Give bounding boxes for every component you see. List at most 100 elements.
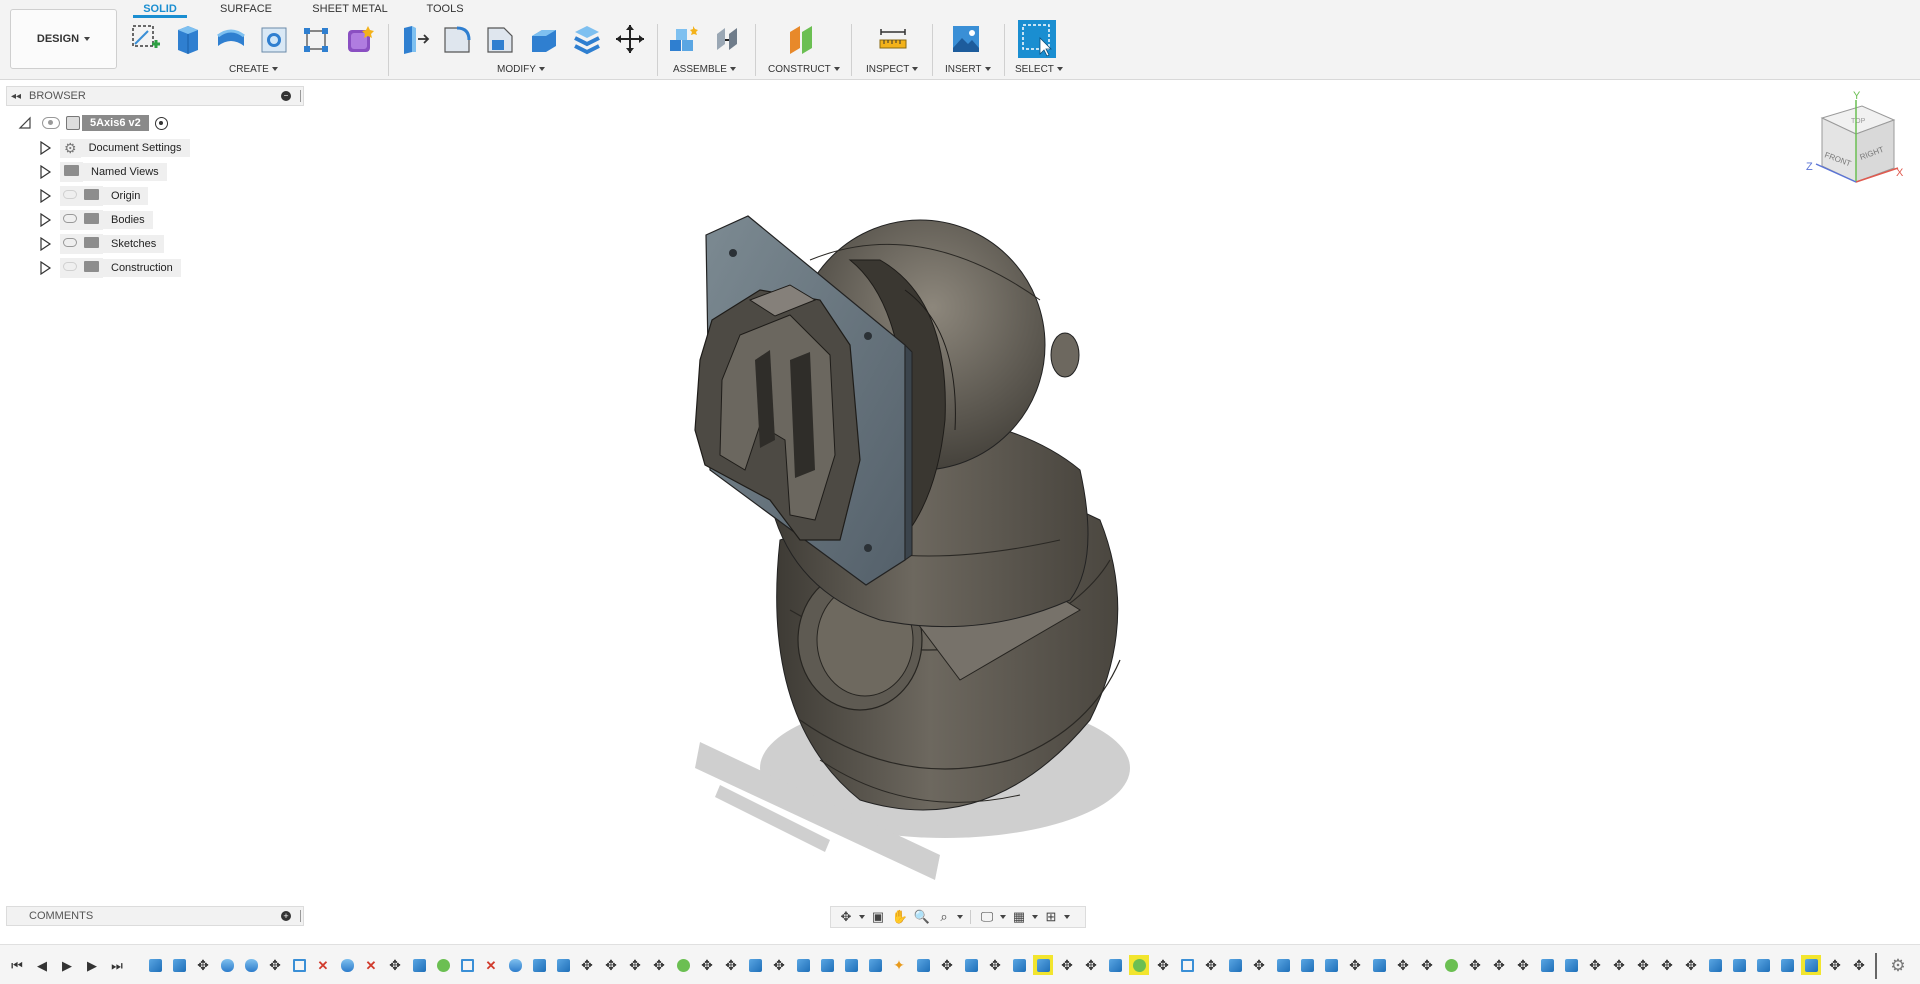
timeline-feature[interactable]: [337, 955, 357, 975]
timeline-marker[interactable]: [1875, 953, 1877, 979]
timeline-feature[interactable]: ✥: [1081, 955, 1101, 975]
look-at-icon[interactable]: ▣: [869, 909, 887, 925]
browser-root-item[interactable]: 5Axis6 v2: [18, 113, 168, 133]
3d-viewport[interactable]: FRONT RIGHT TOP Y X Z: [0, 80, 1920, 910]
timeline-feature[interactable]: [457, 955, 477, 975]
shell-button[interactable]: [528, 22, 560, 56]
timeline-feature[interactable]: ✥: [769, 955, 789, 975]
modify-menu[interactable]: MODIFY: [497, 63, 545, 75]
timeline-feature[interactable]: ✥: [577, 955, 597, 975]
expand-triangle-icon[interactable]: [38, 213, 52, 227]
timeline-feature[interactable]: [865, 955, 885, 975]
play-icon[interactable]: ▶: [58, 957, 76, 975]
timeline-feature[interactable]: ✥: [1825, 955, 1845, 975]
new-component-button[interactable]: [667, 22, 699, 56]
timeline-feature[interactable]: ✥: [985, 955, 1005, 975]
timeline-track[interactable]: ✥ ✥ ✕ ✕ ✥ ✕ ✥ ✥ ✥ ✥ ✥ ✥ ✥ ✦ ✥ ✥ ✥ ✥ ✥ ✥ ✥ ✥ ✥ ✥ ✥ ✥ ✥ ✥ ✥ ✥ ✥ ✥ ✥ ✥: [145, 953, 1885, 979]
timeline-feature[interactable]: [913, 955, 933, 975]
orbit-icon[interactable]: ✥: [837, 909, 855, 925]
revolve-button[interactable]: [215, 22, 247, 56]
timeline-feature[interactable]: ✥: [697, 955, 717, 975]
timeline-feature[interactable]: [1537, 955, 1557, 975]
hole-button[interactable]: [258, 22, 290, 56]
timeline-feature[interactable]: ✥: [1633, 955, 1653, 975]
browser-item-construction[interactable]: Construction: [38, 258, 181, 278]
fillet-button[interactable]: [441, 22, 473, 56]
timeline-feature[interactable]: ✥: [1345, 955, 1365, 975]
timeline-feature[interactable]: [1441, 955, 1461, 975]
timeline-feature[interactable]: ✥: [625, 955, 645, 975]
timeline-feature[interactable]: [433, 955, 453, 975]
timeline-feature[interactable]: ✥: [1153, 955, 1173, 975]
timeline-feature[interactable]: ✥: [721, 955, 741, 975]
timeline-feature[interactable]: [1321, 955, 1341, 975]
timeline-feature[interactable]: [817, 955, 837, 975]
timeline-feature[interactable]: ✥: [1513, 955, 1533, 975]
browser-item-bodies[interactable]: Bodies: [38, 210, 153, 230]
timeline-feature[interactable]: ✥: [1393, 955, 1413, 975]
go-to-start-icon[interactable]: ⏮: [8, 957, 26, 975]
expand-triangle-icon[interactable]: [38, 261, 52, 275]
tab-tools[interactable]: TOOLS: [420, 0, 470, 18]
timeline-feature[interactable]: ✥: [193, 955, 213, 975]
browser-pin-icon[interactable]: −: [281, 91, 291, 101]
panel-resize-handle[interactable]: [300, 90, 301, 102]
split-body-button[interactable]: [571, 22, 603, 56]
timeline-feature[interactable]: [961, 955, 981, 975]
timeline-feature[interactable]: [1297, 955, 1317, 975]
pattern-button[interactable]: [300, 22, 332, 56]
timeline-feature[interactable]: [1369, 955, 1389, 975]
timeline-feature[interactable]: [529, 955, 549, 975]
timeline-feature[interactable]: [505, 955, 525, 975]
timeline-feature[interactable]: [1561, 955, 1581, 975]
timeline-feature[interactable]: ✥: [1657, 955, 1677, 975]
timeline-feature[interactable]: ✥: [1057, 955, 1077, 975]
timeline-feature[interactable]: [1129, 955, 1149, 975]
timeline-feature[interactable]: [1033, 955, 1053, 975]
tab-solid[interactable]: SOLID: [133, 0, 187, 18]
activate-radio-icon[interactable]: [154, 116, 168, 130]
chevron-down-icon[interactable]: [859, 915, 865, 919]
timeline-feature[interactable]: [793, 955, 813, 975]
timeline-feature[interactable]: ✕: [361, 955, 381, 975]
timeline-feature[interactable]: ✥: [1249, 955, 1269, 975]
measure-button[interactable]: [877, 22, 909, 56]
timeline-feature[interactable]: [289, 955, 309, 975]
timeline-feature[interactable]: ✥: [1417, 955, 1437, 975]
create-menu[interactable]: CREATE: [229, 63, 278, 75]
pan-hand-icon[interactable]: ✋: [891, 909, 909, 925]
visibility-off-icon[interactable]: [60, 186, 80, 206]
timeline-feature[interactable]: [841, 955, 861, 975]
browser-item-named-views[interactable]: Named Views: [38, 162, 167, 182]
comments-panel-header[interactable]: COMMENTS +: [6, 906, 304, 926]
visibility-eye-icon[interactable]: [42, 117, 60, 129]
timeline-feature[interactable]: [1801, 955, 1821, 975]
timeline-feature[interactable]: ✦: [889, 955, 909, 975]
chevron-down-icon[interactable]: [1032, 915, 1038, 919]
add-comment-icon[interactable]: +: [281, 911, 291, 921]
timeline-feature[interactable]: [1177, 955, 1197, 975]
step-back-icon[interactable]: ◀: [33, 957, 51, 975]
timeline-feature[interactable]: [241, 955, 261, 975]
timeline-feature[interactable]: ✥: [601, 955, 621, 975]
offset-plane-button[interactable]: [786, 22, 818, 56]
timeline-feature[interactable]: [1705, 955, 1725, 975]
press-pull-button[interactable]: [398, 22, 430, 56]
timeline-feature[interactable]: [217, 955, 237, 975]
timeline-feature[interactable]: ✥: [1585, 955, 1605, 975]
timeline-feature[interactable]: ✕: [481, 955, 501, 975]
viewcube[interactable]: FRONT RIGHT TOP Y X Z: [1806, 90, 1904, 183]
construct-menu[interactable]: CONSTRUCT: [768, 63, 840, 75]
browser-item-origin[interactable]: Origin: [38, 186, 149, 206]
browser-item-sketches[interactable]: Sketches: [38, 234, 165, 254]
chevron-down-icon[interactable]: [957, 915, 963, 919]
workspace-switcher-button[interactable]: DESIGN: [10, 9, 117, 69]
collapse-triangle-icon[interactable]: [18, 116, 32, 130]
timeline-feature[interactable]: [1105, 955, 1125, 975]
timeline-feature[interactable]: [169, 955, 189, 975]
timeline-feature[interactable]: [553, 955, 573, 975]
timeline-settings-gear-icon[interactable]: ⚙: [1888, 956, 1908, 976]
panel-resize-handle[interactable]: [300, 910, 301, 922]
create-form-button[interactable]: [344, 22, 376, 56]
collapse-browser-icon[interactable]: ◂◂: [7, 91, 25, 102]
